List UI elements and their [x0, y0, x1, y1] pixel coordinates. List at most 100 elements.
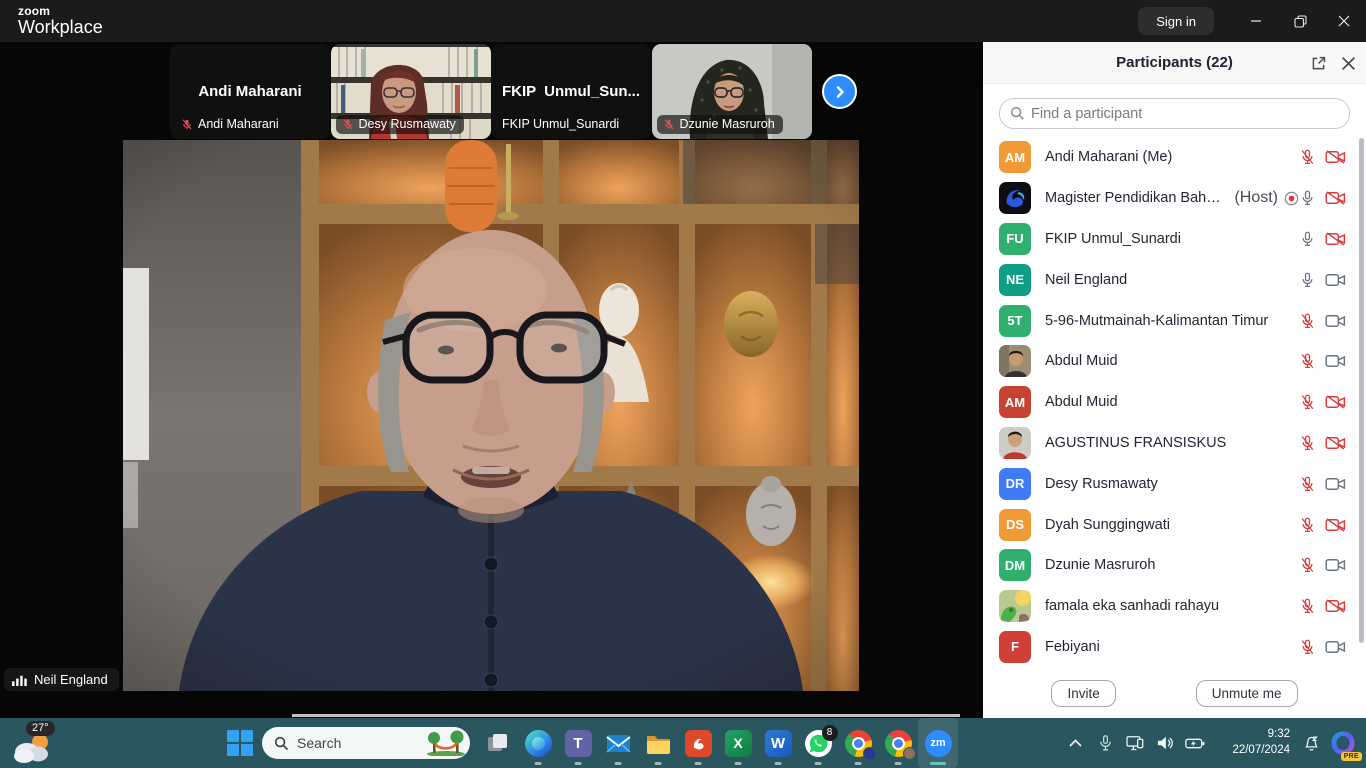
notification-bell-button[interactable] — [1296, 718, 1326, 768]
next-participants-page-button[interactable] — [822, 74, 857, 109]
participant-initials-avatar: AM — [999, 386, 1031, 418]
muted-mic-icon — [1299, 475, 1316, 493]
active-speaker-name-tag: Neil England — [4, 668, 119, 691]
taskbar-clock[interactable]: 9:32 22/07/2024 — [1218, 727, 1290, 758]
participant-initials-avatar: 5T — [999, 305, 1031, 337]
participant-av-status — [1299, 597, 1346, 615]
video-tile-fkip-unmul[interactable]: FKIP Unmul_Sun... FKIP Unmul_Sunardi — [491, 44, 651, 139]
taskbar-search-box[interactable]: Search — [262, 727, 470, 759]
participant-row[interactable]: AM Abdul Muid — [983, 382, 1366, 423]
whatsapp-unread-badge: 8 — [822, 725, 838, 741]
tray-chevron-button[interactable] — [1060, 718, 1090, 768]
restore-icon — [1294, 15, 1307, 28]
participant-av-status — [1299, 475, 1346, 493]
video-tile-dzunie-masruroh[interactable]: Dzunie Masruroh — [652, 44, 812, 139]
participant-name: 5-96-Mutmainah-Kalimantan Timur — [1045, 313, 1268, 329]
participant-row[interactable]: DMDzunie Masruroh — [983, 545, 1366, 586]
tray-battery-button[interactable] — [1180, 718, 1210, 768]
sign-in-button[interactable]: Sign in — [1138, 7, 1214, 35]
whatsapp-button[interactable]: 8 — [798, 718, 838, 768]
zoom-app-button[interactable]: zm — [918, 718, 958, 768]
participant-row[interactable]: famala eka sanhadi rahayu — [983, 586, 1366, 627]
participant-row[interactable]: Abdul Muid — [983, 341, 1366, 382]
abdul-photo-avatar — [999, 345, 1031, 377]
main-speaker-video[interactable] — [123, 140, 859, 691]
participant-row[interactable]: Magister Pendidikan Bahasa In...(Host) — [983, 178, 1366, 219]
participant-row[interactable]: DSDyah Sunggingwati — [983, 504, 1366, 545]
close-icon — [1338, 15, 1350, 27]
mic-icon — [1299, 271, 1316, 289]
participant-av-status — [1299, 312, 1346, 330]
participant-name: Magister Pendidikan Bahasa In... — [1045, 190, 1224, 206]
video-off-icon — [1325, 190, 1346, 206]
chrome-profile2-button[interactable] — [878, 718, 918, 768]
participant-av-status — [1299, 638, 1346, 656]
display-devices-icon — [1126, 735, 1145, 752]
video-tile-desy-rusmawaty[interactable]: Desy Rusmawaty — [331, 44, 491, 139]
participant-av-status — [1299, 189, 1346, 207]
teams-button[interactable]: T — [558, 718, 598, 768]
tray-cast-button[interactable] — [1120, 718, 1150, 768]
video-off-icon — [1325, 598, 1346, 614]
magister-logo-avatar — [999, 182, 1031, 214]
famala-photo-avatar — [999, 590, 1031, 622]
video-tile-andi-maharani[interactable]: Andi Maharani Andi Maharani — [170, 44, 330, 139]
participant-av-status — [1299, 148, 1346, 166]
tray-volume-button[interactable] — [1150, 718, 1180, 768]
zoom-workplace-window: zoom Workplace Sign in Andi Maharani And… — [0, 0, 1366, 768]
chevron-right-icon — [833, 85, 847, 99]
unmute-me-button[interactable]: Unmute me — [1196, 680, 1298, 707]
participant-av-status — [1299, 230, 1346, 248]
muted-mic-icon — [1299, 556, 1316, 574]
close-panel-icon[interactable] — [1341, 56, 1356, 71]
edge-browser-button[interactable] — [518, 718, 558, 768]
windows-logo-icon — [226, 729, 254, 757]
muted-mic-icon — [1299, 148, 1316, 166]
popout-panel-icon[interactable] — [1310, 55, 1327, 72]
participant-name: Neil England — [1045, 272, 1127, 288]
participant-name: Desy Rusmawaty — [1045, 476, 1158, 492]
invite-button[interactable]: Invite — [1051, 680, 1115, 707]
word-button[interactable]: W — [758, 718, 798, 768]
restore-button[interactable] — [1278, 0, 1322, 42]
excel-button[interactable]: X — [718, 718, 758, 768]
copilot-button[interactable]: PRE — [1326, 718, 1360, 768]
windows-taskbar: 27° Search — [0, 718, 1366, 768]
task-view-button[interactable] — [478, 718, 518, 768]
nitro-pdf-icon — [685, 730, 712, 757]
mail-button[interactable] — [598, 718, 638, 768]
participant-row[interactable]: DRDesy Rusmawaty — [983, 463, 1366, 504]
muted-mic-icon — [1299, 393, 1316, 411]
nitro-pdf-button[interactable] — [678, 718, 718, 768]
start-button[interactable] — [226, 729, 254, 757]
chrome-profile1-button[interactable] — [838, 718, 878, 768]
tile-name-tag: Andi Maharani — [175, 115, 287, 134]
participant-name: Abdul Muid — [1045, 394, 1118, 410]
taskbar-weather-widget[interactable]: 27° — [8, 720, 64, 766]
brand-workplace: Workplace — [18, 18, 103, 37]
participant-row[interactable]: FUFKIP Unmul_Sunardi — [983, 219, 1366, 260]
minimize-button[interactable] — [1234, 0, 1278, 42]
tray-microphone-button[interactable] — [1090, 718, 1120, 768]
participant-row[interactable]: 5T 5-96-Mutmainah-Kalimantan Timur — [983, 300, 1366, 341]
participant-row[interactable]: AGUSTINUS FRANSISKUS — [983, 423, 1366, 464]
panel-scrollbar[interactable] — [1359, 138, 1364, 643]
meeting-content: Andi Maharani Andi Maharani — [0, 42, 1366, 718]
participant-row[interactable]: NENeil England — [983, 259, 1366, 300]
participant-name: Abdul Muid — [1045, 353, 1118, 369]
window-bottom-edge — [292, 714, 960, 717]
muted-mic-icon — [342, 118, 354, 131]
participant-search-box[interactable] — [999, 98, 1350, 129]
participant-av-status — [1299, 271, 1346, 289]
mic-icon — [1299, 189, 1316, 207]
zoom-workplace-logo: zoom Workplace — [18, 5, 103, 36]
participant-name: AGUSTINUS FRANSISKUS — [1045, 435, 1226, 451]
file-explorer-button[interactable] — [638, 718, 678, 768]
close-window-button[interactable] — [1322, 0, 1366, 42]
participant-row[interactable]: AMAndi Maharani (Me) — [983, 137, 1366, 178]
participant-search-input[interactable] — [1031, 106, 1339, 122]
temperature-badge: 27° — [26, 721, 55, 736]
muted-mic-icon — [1299, 434, 1316, 452]
participant-row[interactable]: FFebiyani — [983, 627, 1366, 668]
taskbar-app-icons: T — [478, 718, 958, 768]
